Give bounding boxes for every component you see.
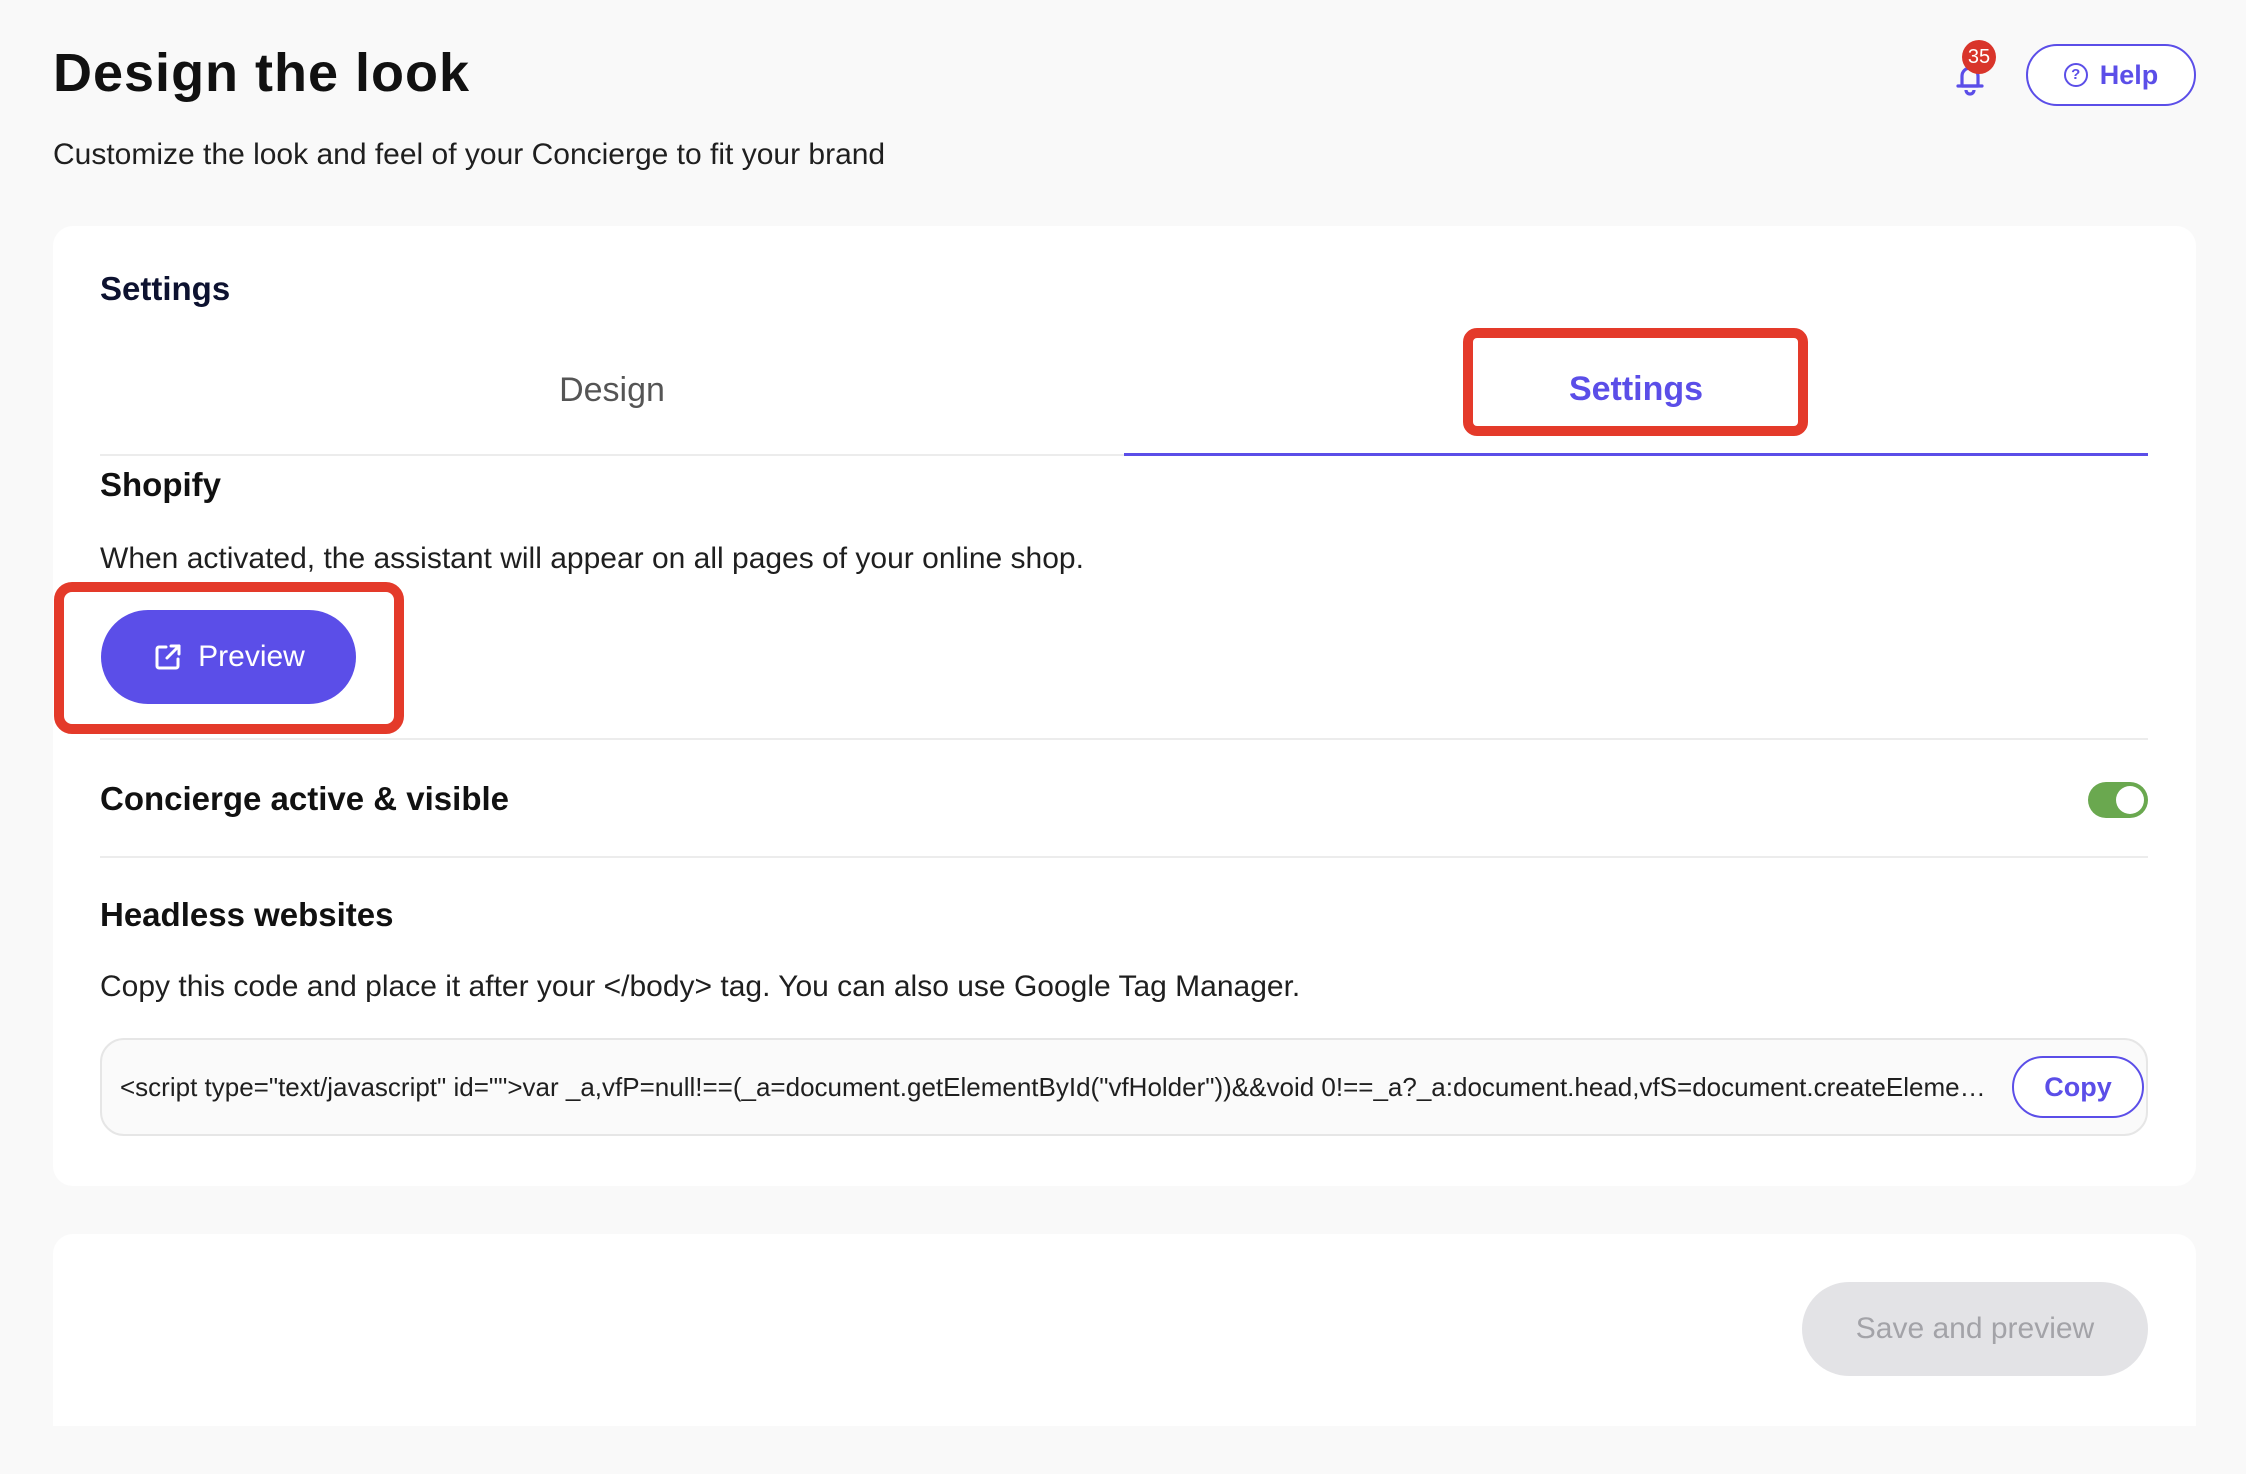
- page-subtitle: Customize the look and feel of your Conc…: [53, 138, 886, 171]
- tab-bar: Design Settings: [100, 326, 2148, 456]
- footer-card: Save and preview: [53, 1234, 2196, 1426]
- concierge-visibility-toggle[interactable]: [2088, 782, 2148, 818]
- headless-title: Headless websites: [100, 896, 394, 933]
- concierge-title: Concierge active & visible: [100, 780, 510, 817]
- highlight-box-preview-button: [54, 582, 404, 734]
- settings-heading: Settings: [100, 270, 231, 307]
- page-title: Design the look: [53, 43, 471, 103]
- save-and-preview-button[interactable]: Save and preview: [1802, 1282, 2148, 1376]
- shopify-title: Shopify: [100, 466, 221, 503]
- divider: [100, 738, 2148, 740]
- headless-description: Copy this code and place it after your <…: [100, 970, 1301, 1003]
- tab-design[interactable]: Design: [100, 326, 1124, 454]
- embed-code[interactable]: <script type="text/javascript" id="">var…: [120, 1040, 1990, 1134]
- shopify-description: When activated, the assistant will appea…: [100, 542, 1084, 575]
- toggle-knob: [2116, 786, 2144, 814]
- highlight-box-settings-tab: [1463, 328, 1808, 436]
- help-button[interactable]: ? Help: [2026, 44, 2196, 106]
- notification-badge: 35: [1962, 40, 1996, 74]
- help-label: Help: [2099, 59, 2159, 90]
- copy-button[interactable]: Copy: [2012, 1056, 2144, 1118]
- embed-code-box: <script type="text/javascript" id="">var…: [100, 1038, 2148, 1136]
- divider: [100, 856, 2148, 858]
- question-circle-icon: ?: [2063, 63, 2088, 87]
